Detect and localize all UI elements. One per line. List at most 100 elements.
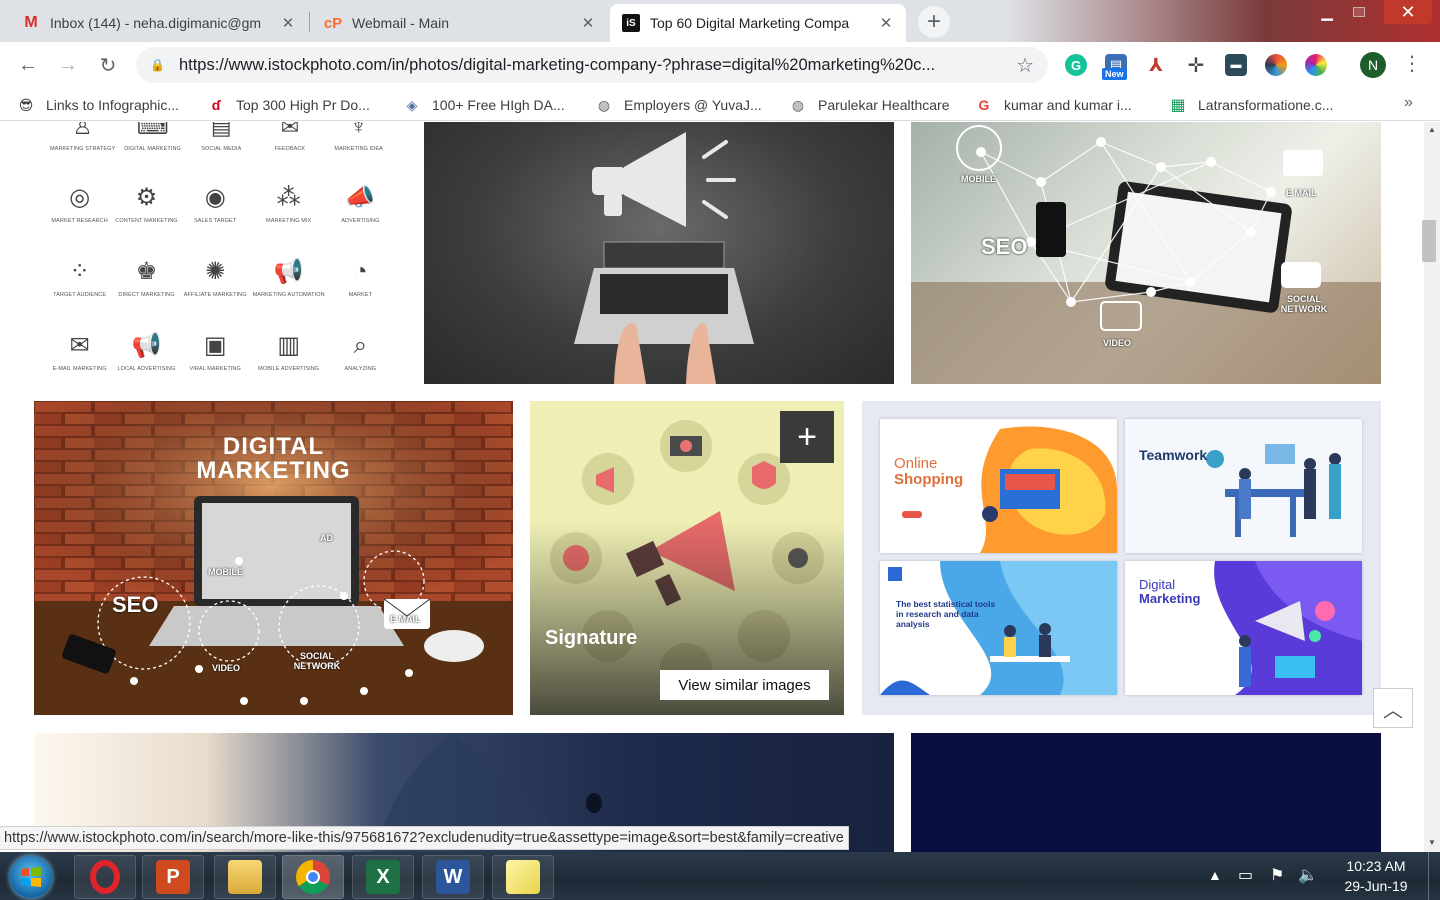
back-button[interactable]: ← xyxy=(14,51,42,79)
banner-card-teamwork: Teamwork xyxy=(1125,419,1362,553)
icon-caption: MARKETING STRATEGY xyxy=(50,146,116,152)
color-wheel-icon[interactable] xyxy=(1265,54,1287,76)
results-grid: ◎ MARKET RESEARCH ⚙ CONTENT MARKETING ◉ SALES… xyxy=(0,122,1424,852)
bookmark-item[interactable]: ◈ 100+ Free HIgh DA... xyxy=(402,94,565,116)
taskbar-sticky-notes[interactable] xyxy=(492,855,554,899)
icon-cell: ⁂ MARKETING MIX xyxy=(253,150,325,225)
icon-caption: LOCAL ADVERTISING xyxy=(117,366,176,372)
bookmarks-bar: 😎 Links to Infographic... ɗ Top 300 High… xyxy=(0,88,1440,121)
lock-icon: 🔒 xyxy=(150,58,165,72)
network-label: SOCIAL NETWORK xyxy=(1280,294,1328,314)
marketing-icon: ✉ xyxy=(280,122,300,139)
banner-card-digital-marketing: Digital Marketing xyxy=(1125,561,1362,695)
taskbar-file-explorer[interactable] xyxy=(214,855,276,899)
istock-icon: iS xyxy=(622,14,640,32)
close-icon[interactable]: ✕ xyxy=(280,14,296,32)
grammarly-icon[interactable]: G xyxy=(1065,54,1087,76)
marketing-icon: 📢 xyxy=(273,258,304,285)
move-icon[interactable]: ✛ xyxy=(1185,54,1207,77)
action-center-flag-icon[interactable]: ⚑ xyxy=(1270,864,1284,886)
icon-caption: ANALYZING xyxy=(344,366,377,372)
address-bar[interactable]: 🔒 https://www.istockphoto.com/in/photos/… xyxy=(136,47,1048,83)
taskbar-opera[interactable] xyxy=(74,855,136,899)
tab-istock[interactable]: iS Top 60 Digital Marketing Compa ✕ xyxy=(610,4,906,42)
windows-taskbar: P X W ▲ ▭ ⚑ 🔈 10:23 AM 29-Jun-19 xyxy=(0,852,1440,900)
banner-title-b: Shopping xyxy=(894,471,964,488)
bookmark-item[interactable]: G kumar and kumar i... xyxy=(974,94,1132,116)
result-image-megaphone-laptop[interactable] xyxy=(424,122,894,384)
bookmark-item[interactable]: ▦ Latransformatione.c... xyxy=(1168,94,1333,116)
chromatic-icon[interactable] xyxy=(1305,54,1327,76)
show-desktop-button[interactable] xyxy=(1428,852,1440,900)
icon-cell: ▣ VIRAL MARKETING xyxy=(184,298,247,373)
icon-cell: ◎ MARKET RESEARCH xyxy=(50,150,109,225)
taskbar-chrome[interactable] xyxy=(282,855,344,899)
result-image-web-banners[interactable]: Online Shopping Teamwork The best statis… xyxy=(862,401,1381,715)
bookmark-label: Parulekar Healthcare xyxy=(818,97,950,113)
new-badge: New xyxy=(1102,68,1127,80)
marketing-icon: ▥ xyxy=(277,332,301,359)
reload-button[interactable]: ↻ xyxy=(94,51,122,79)
view-similar-images-button[interactable]: View similar images xyxy=(660,670,829,700)
bookmark-item[interactable]: 😎 Links to Infographic... xyxy=(16,94,179,116)
scroll-up-icon[interactable]: ▲ xyxy=(1426,125,1438,135)
tab-title: Webmail - Main xyxy=(352,15,449,31)
signature-collection-label[interactable]: Signature xyxy=(545,627,637,650)
result-image-digital-marketing-laptop[interactable]: DIGITAL MARKETING SEO MOBILE AD E MAIL V… xyxy=(34,401,513,715)
icon-cell: ✺ AFFILIATE MARKETING xyxy=(184,224,247,299)
more-menu-icon[interactable]: ⋮ xyxy=(1402,53,1422,77)
sticky-notes-icon xyxy=(506,860,540,894)
marketing-icon: ▣ xyxy=(203,332,227,359)
result-image-tablet-network[interactable]: MOBILE E MAIL SEO SOCIAL NETWORK VIDEO xyxy=(911,122,1381,384)
maximize-button[interactable] xyxy=(1344,0,1374,24)
icon-caption: E-MAIL MARKETING xyxy=(52,366,107,372)
brick-label: MOBILE xyxy=(208,567,243,577)
icon-cell: ♚ DIRECT MARKETING xyxy=(115,224,177,299)
tab-gmail[interactable]: M Inbox (144) - neha.digimanic@gm ✕ xyxy=(10,4,308,42)
icon-cell: ⌕ ANALYZING xyxy=(331,298,390,373)
icon-caption: MARKETING IDEA xyxy=(334,146,383,152)
powerpoint-icon: P xyxy=(156,860,190,894)
network-icon[interactable]: ▭ xyxy=(1238,864,1253,886)
new-tab-button[interactable]: + xyxy=(918,6,950,38)
result-image-icon-set[interactable]: ◎ MARKET RESEARCH ⚙ CONTENT MARKETING ◉ SALES… xyxy=(34,122,406,384)
bookmarks-overflow-icon[interactable]: » xyxy=(1404,94,1413,112)
forward-button[interactable]: → xyxy=(54,51,82,79)
add-to-board-button[interactable]: + xyxy=(780,411,834,463)
scrollbar-thumb[interactable] xyxy=(1422,220,1436,262)
minimize-button[interactable]: ▁ xyxy=(1312,0,1342,24)
cpanel-icon: cP xyxy=(323,14,343,32)
tray-overflow-icon[interactable]: ▲ xyxy=(1208,864,1222,886)
marketing-icon: ◎ xyxy=(69,184,91,211)
brick-label: AD xyxy=(320,533,333,543)
close-icon[interactable]: ✕ xyxy=(878,14,894,32)
icon-caption: SOCIAL MEDIA xyxy=(201,146,242,152)
profile-avatar[interactable]: N xyxy=(1360,52,1386,78)
folder-icon[interactable]: ▬ xyxy=(1225,54,1247,76)
close-icon[interactable]: ✕ xyxy=(580,14,596,32)
pdf-icon[interactable]: ⅄ xyxy=(1145,54,1167,76)
bookmark-star-icon[interactable]: ☆ xyxy=(1016,53,1034,78)
start-button[interactable] xyxy=(10,856,52,898)
google-icon: G xyxy=(978,97,990,113)
back-to-top-button[interactable]: ︿ xyxy=(1373,688,1413,728)
taskbar-powerpoint[interactable]: P xyxy=(142,855,204,899)
bookmark-item[interactable]: ◍ Employers @ YuvaJ... xyxy=(594,94,762,116)
icon-caption: DIGITAL MARKETING xyxy=(124,146,181,152)
close-window-button[interactable]: ✕ xyxy=(1384,0,1432,24)
icon-cell: 📢 MARKETING AUTOMATION xyxy=(253,224,325,299)
result-image-dark-blue[interactable] xyxy=(911,733,1381,852)
taskbar-word[interactable]: W xyxy=(422,855,484,899)
tab-webmail[interactable]: cP Webmail - Main ✕ xyxy=(312,4,608,42)
scroll-down-icon[interactable]: ▼ xyxy=(1426,838,1438,848)
address-url[interactable]: https://www.istockphoto.com/in/photos/di… xyxy=(179,56,1010,75)
link-status-bubble: https://www.istockphoto.com/in/search/mo… xyxy=(0,826,849,850)
sheets-icon: ▦ xyxy=(1170,97,1186,114)
bookmark-item[interactable]: ◍ Parulekar Healthcare xyxy=(788,94,950,116)
marketing-icon: ▤ xyxy=(210,122,232,139)
taskbar-excel[interactable]: X xyxy=(352,855,414,899)
system-clock[interactable]: 10:23 AM 29-Jun-19 xyxy=(1338,856,1414,896)
bookmark-item[interactable]: ɗ Top 300 High Pr Do... xyxy=(206,94,370,116)
volume-muted-icon[interactable]: 🔈 xyxy=(1298,864,1318,886)
bookmark-label: Links to Infographic... xyxy=(46,97,180,113)
